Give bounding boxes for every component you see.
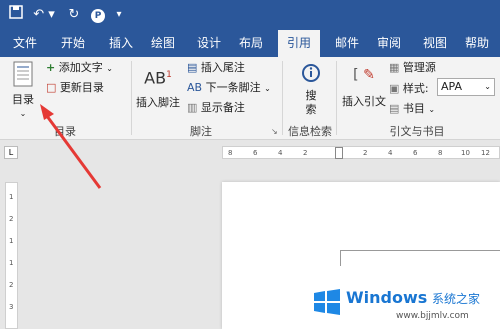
watermark-cn: 系统之家 <box>432 292 481 306</box>
windows-logo-icon <box>314 289 340 315</box>
watermark-url: www.bjjmlv.com <box>396 311 469 321</box>
watermark-brand: Windows <box>346 288 428 307</box>
watermark: Windows 系统之家 www.bjjmlv.com <box>312 283 500 329</box>
annotation-arrow <box>40 104 102 189</box>
